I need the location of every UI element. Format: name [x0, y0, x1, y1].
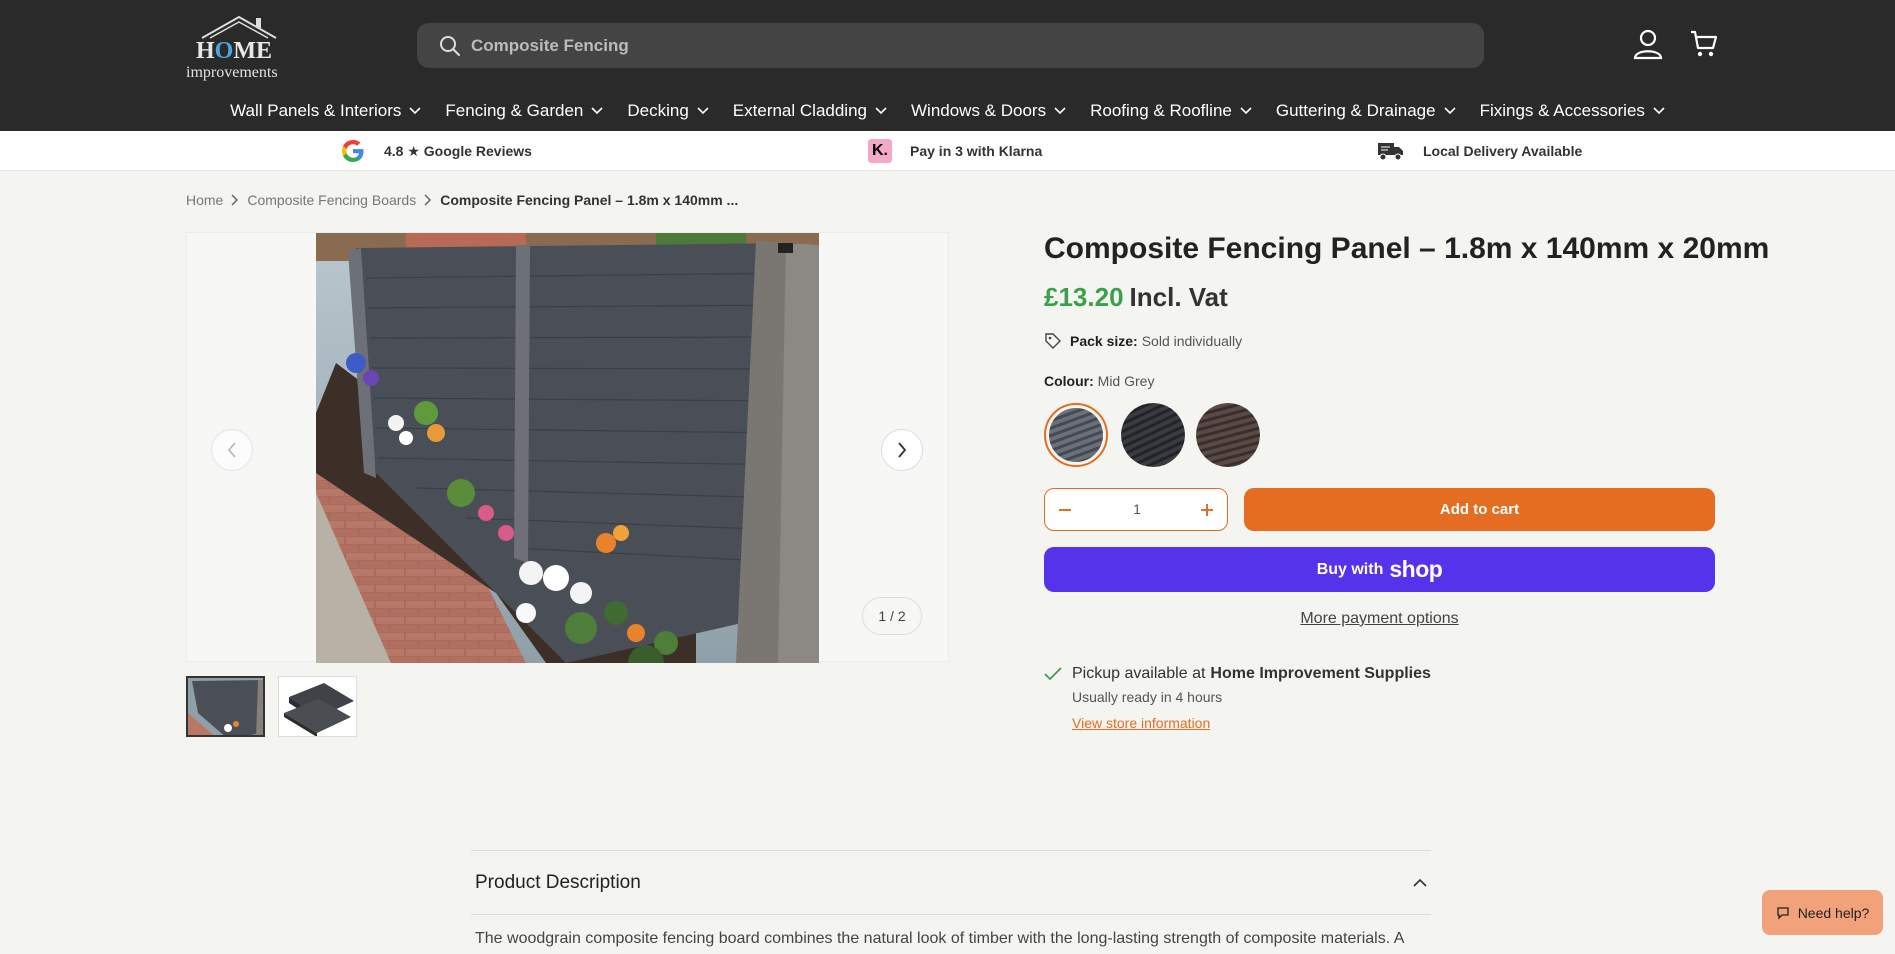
breadcrumb-category[interactable]: Composite Fencing Boards: [247, 192, 416, 208]
need-help-button[interactable]: Need help?: [1762, 890, 1883, 935]
usp-reviews-label: 4.8 ★ Google Reviews: [384, 142, 532, 159]
need-help-label: Need help?: [1797, 904, 1870, 921]
chevron-right-icon: [231, 194, 239, 206]
chevron-left-icon: [227, 442, 236, 458]
quantity-stepper: 1: [1044, 488, 1228, 531]
gallery-counter: 1 / 2: [862, 597, 922, 635]
truck-icon: [1377, 140, 1405, 162]
google-icon: [340, 138, 366, 164]
product-description: Product Description The woodgrain compos…: [471, 850, 1431, 954]
pickup-prefix: Pickup available at: [1072, 665, 1206, 682]
nav-fencing-garden[interactable]: Fencing & Garden: [445, 96, 603, 126]
nav-label: External Cladding: [732, 101, 867, 120]
tag-icon: [1045, 333, 1061, 349]
quantity-input[interactable]: 1: [1105, 489, 1169, 530]
chevron-down-icon: [1653, 107, 1665, 115]
gallery-thumb-2[interactable]: [278, 676, 357, 737]
chevron-right-icon: [898, 442, 907, 458]
chevron-down-icon: [591, 107, 603, 115]
usp-klarna-label: Pay in 3 with Klarna: [910, 143, 1043, 159]
chevron-down-icon: [1240, 107, 1252, 115]
swatch-charcoal[interactable]: [1121, 403, 1185, 467]
usp-delivery[interactable]: Local Delivery Available: [1377, 139, 1582, 163]
pickup-info: Pickup available at Home Improvement Supp…: [1044, 665, 1431, 731]
minus-icon: [1059, 509, 1071, 511]
search-input[interactable]: [471, 23, 1371, 68]
nav-label: Wall Panels & Interiors: [230, 101, 402, 120]
pack-size-value: Sold individually: [1141, 333, 1243, 349]
nav-label: Windows & Doors: [911, 101, 1047, 120]
gallery-thumb-1[interactable]: [186, 676, 265, 737]
more-payment-options-link[interactable]: More payment options: [1044, 610, 1715, 628]
swatch-mid-grey[interactable]: [1044, 403, 1108, 467]
usp-bar: 4.8 ★ Google Reviews K. Pay in 3 with Kl…: [0, 131, 1895, 171]
product-main-image[interactable]: [316, 233, 819, 663]
nav-wall-panels[interactable]: Wall Panels & Interiors: [230, 96, 421, 126]
chevron-down-icon: [1054, 107, 1066, 115]
main-nav: Wall Panels & Interiors Fencing & Garden…: [0, 96, 1895, 126]
klarna-icon: K.: [868, 139, 892, 163]
nav-decking[interactable]: Decking: [627, 96, 709, 126]
breadcrumb: Home Composite Fencing Boards Composite …: [186, 192, 738, 208]
site-logo[interactable]: HOME improvements: [186, 14, 278, 81]
nav-windows-doors[interactable]: Windows & Doors: [911, 96, 1066, 126]
chat-icon: [1776, 906, 1790, 920]
product-gallery: 1 / 2: [186, 232, 949, 663]
house-roof-icon: [201, 15, 277, 39]
view-store-link[interactable]: View store information: [1072, 715, 1431, 731]
pack-size: Pack size: Sold individually: [1044, 332, 1242, 350]
nav-label: Guttering & Drainage: [1275, 101, 1436, 120]
site-header: HOME improvements Wall Panels & Interior…: [0, 0, 1895, 131]
description-toggle[interactable]: Product Description: [471, 851, 1431, 915]
price-suffix: Incl. Vat: [1129, 282, 1228, 312]
nav-roofing[interactable]: Roofing & Roofline: [1090, 96, 1252, 126]
logo-tagline: improvements: [186, 64, 278, 81]
search-bar[interactable]: [417, 23, 1484, 68]
chevron-right-icon: [424, 194, 432, 206]
gallery-prev-button[interactable]: [211, 429, 253, 471]
nav-external-cladding[interactable]: External Cladding: [733, 96, 887, 126]
buy-with-shop-button[interactable]: Buy with shop: [1044, 547, 1715, 592]
description-heading: Product Description: [475, 871, 641, 893]
check-icon: [1044, 667, 1062, 681]
colour-value: Mid Grey: [1097, 373, 1155, 389]
nav-label: Decking: [627, 101, 689, 120]
usp-reviews[interactable]: 4.8 ★ Google Reviews: [340, 139, 532, 163]
product-title: Composite Fencing Panel – 1.8m x 140mm x…: [1044, 232, 1770, 265]
nav-guttering[interactable]: Guttering & Drainage: [1276, 96, 1456, 126]
description-body: The woodgrain composite fencing board co…: [475, 930, 1404, 954]
breadcrumb-current: Composite Fencing Panel – 1.8m x 140mm .…: [440, 192, 739, 208]
search-icon[interactable]: [439, 35, 461, 62]
nav-fixings[interactable]: Fixings & Accessories: [1480, 96, 1665, 126]
plus-icon: [1201, 504, 1213, 516]
pickup-store: Home Improvement Supplies: [1210, 665, 1431, 682]
shop-pay-logo: shop: [1389, 556, 1443, 582]
chevron-down-icon: [409, 107, 421, 115]
nav-label: Fixings & Accessories: [1479, 101, 1645, 120]
gallery-next-button[interactable]: [881, 429, 923, 471]
add-to-cart-button[interactable]: Add to cart: [1244, 488, 1715, 531]
breadcrumb-home[interactable]: Home: [186, 192, 223, 208]
pack-size-label: Pack size:: [1070, 333, 1138, 349]
pickup-ready: Usually ready in 4 hours: [1072, 689, 1223, 705]
product-price: £13.20 Incl. Vat: [1044, 282, 1228, 313]
chevron-down-icon: [697, 107, 709, 115]
quantity-decrease-button[interactable]: [1053, 498, 1077, 522]
colour-label-text: Colour:: [1044, 373, 1094, 389]
logo-wordmark: HOME: [196, 38, 273, 64]
usp-delivery-label: Local Delivery Available: [1423, 143, 1583, 159]
quantity-increase-button[interactable]: [1195, 498, 1219, 522]
account-icon[interactable]: [1632, 28, 1664, 65]
chevron-down-icon: [1444, 107, 1456, 115]
cart-icon[interactable]: [1690, 28, 1718, 65]
price-amount: £13.20: [1044, 282, 1124, 312]
chevron-down-icon: [875, 107, 887, 115]
nav-label: Roofing & Roofline: [1090, 101, 1232, 120]
usp-klarna[interactable]: K. Pay in 3 with Klarna: [868, 139, 1042, 163]
nav-label: Fencing & Garden: [445, 101, 584, 120]
buy-with-label: Buy with: [1316, 560, 1384, 578]
chevron-up-icon: [1413, 878, 1427, 887]
colour-label: Colour: Mid Grey: [1044, 373, 1154, 389]
swatch-brown[interactable]: [1196, 403, 1260, 467]
